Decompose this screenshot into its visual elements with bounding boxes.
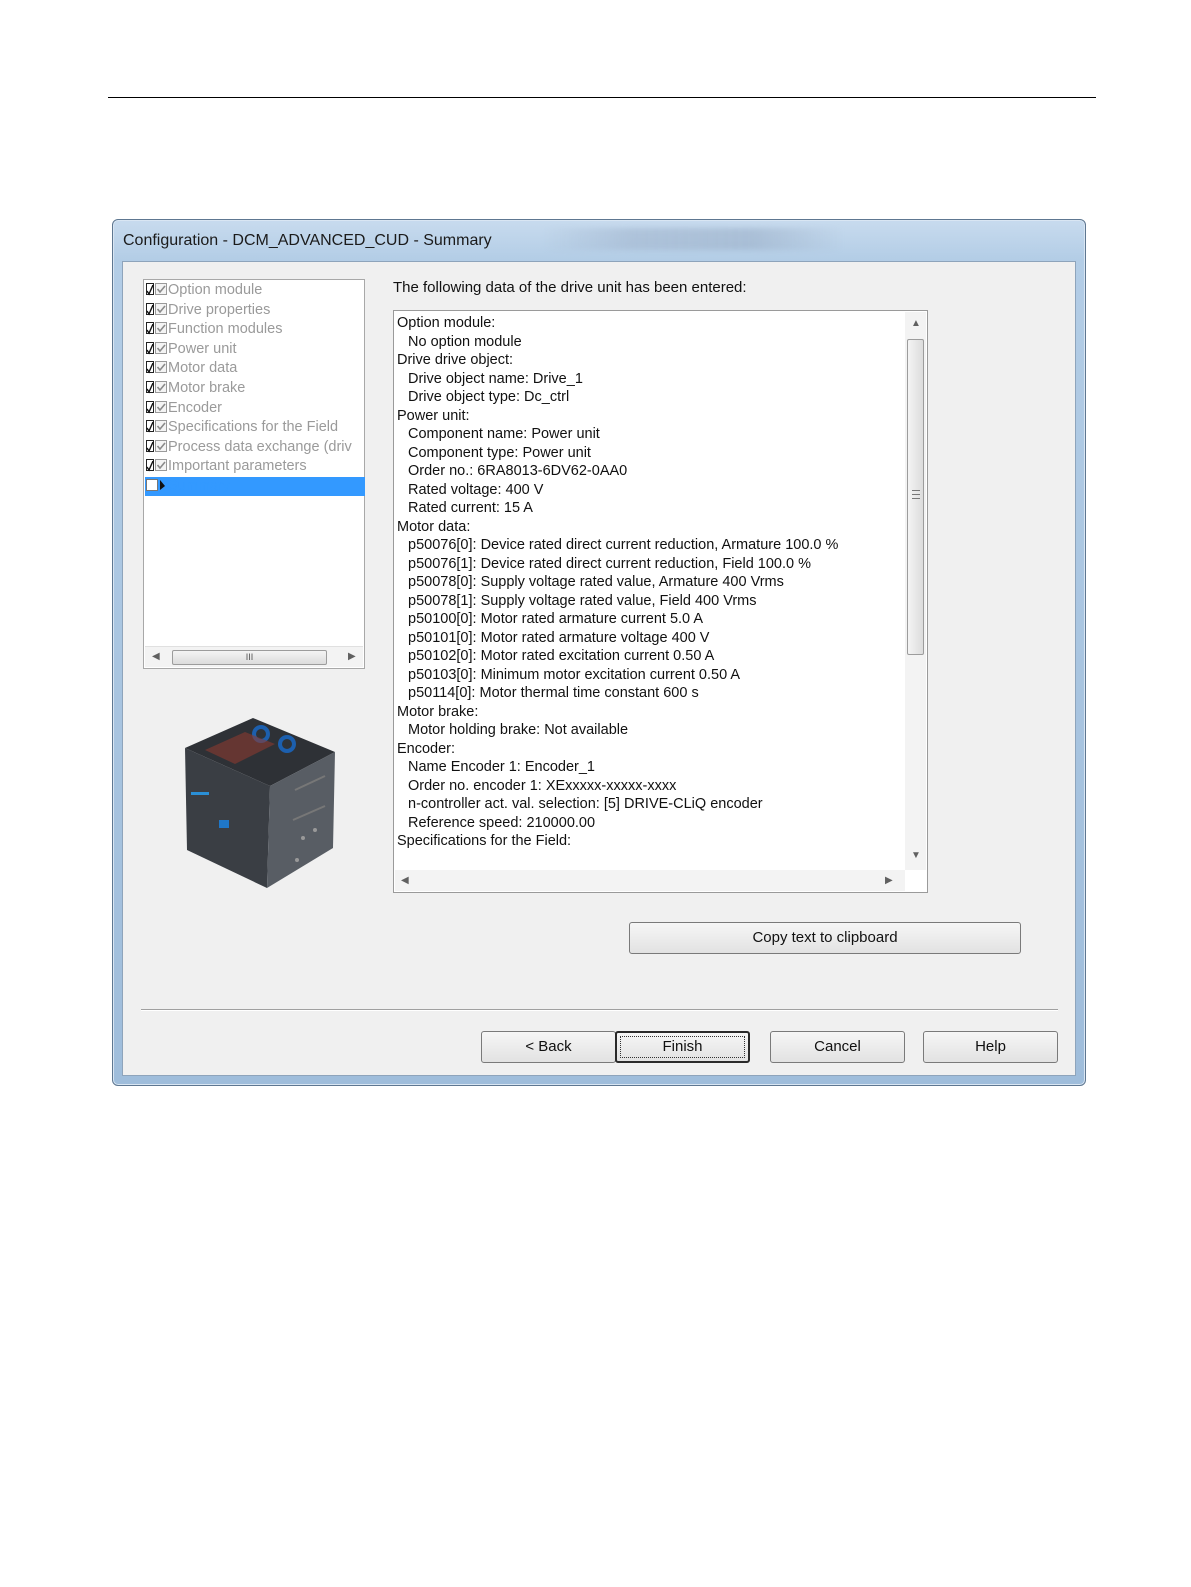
tree-item[interactable]: Function modules	[145, 320, 365, 339]
checked-step-icon	[146, 439, 167, 453]
summary-detail-line: Component type: Power unit	[408, 444, 591, 461]
summary-detail-line: n-controller act. val. selection: [5] DR…	[408, 796, 763, 812]
checked-step-icon	[146, 400, 167, 414]
tree-item-label: Power unit	[168, 340, 237, 357]
tree-item-label: Motor brake	[168, 380, 246, 396]
checked-step-icon	[146, 302, 167, 316]
scroll-left-arrow-icon[interactable]: ◀	[152, 651, 160, 662]
scroll-right-arrow-icon[interactable]: ▶	[348, 651, 356, 662]
tree-item[interactable]: Summary	[145, 477, 365, 496]
cancel-button[interactable]: Cancel	[770, 1031, 905, 1063]
tree-item-label: Option module	[168, 282, 263, 298]
tree-item[interactable]: Power unit	[145, 340, 365, 359]
tree-item-label: Process data exchange (driv	[168, 438, 352, 455]
summary-detail-line: Name Encoder 1: Encoder_1	[408, 759, 595, 775]
scroll-grip-icon	[912, 490, 920, 499]
current-step-icon	[146, 479, 167, 492]
summary-detail-line: p50076[0]: Device rated direct current r…	[408, 537, 839, 553]
help-button[interactable]: Help	[923, 1031, 1058, 1063]
summary-detail-line: Rated voltage: 400 V	[408, 481, 544, 498]
window-title: Configuration - DCM_ADVANCED_CUD - Summa…	[123, 232, 492, 249]
summary-detail-line: Rated current: 15 A	[408, 500, 533, 516]
checked-step-icon	[146, 322, 167, 335]
summary-detail-line: Order no.: 6RA8013-6DV62-0AA0	[408, 463, 628, 479]
summary-detail-line: p50102[0]: Motor rated excitation curren…	[408, 648, 715, 664]
tree-item[interactable]: Important parameters	[145, 457, 365, 476]
summary-detail-line: Component name: Power unit	[408, 426, 600, 442]
finish-button-label: Finish	[662, 1038, 703, 1055]
tree-item[interactable]: Option module	[145, 281, 365, 300]
tree-item-label: Function modules	[168, 321, 283, 338]
summary-section-heading: Motor brake:	[397, 703, 479, 720]
wizard-step-tree[interactable]: Summary Important parameters Process data …	[143, 279, 365, 669]
tree-item-label: Encoder	[168, 399, 223, 416]
summary-section-heading: Option module:	[397, 315, 496, 331]
summary-detail-line: p50078[0]: Supply voltage rated value, A…	[408, 574, 784, 590]
checked-step-icon	[146, 420, 167, 433]
summary-detail-line: p50101[0]: Motor rated armature voltage …	[408, 629, 710, 646]
summary-detail-line: p50078[1]: Supply voltage rated value, F…	[408, 592, 757, 609]
back-button[interactable]: < Back	[481, 1031, 616, 1063]
checked-step-icon	[146, 341, 167, 355]
tree-scroll-thumb[interactable]: III	[172, 650, 327, 665]
tree-item[interactable]: Drive properties	[145, 301, 365, 320]
tree-item-label: Summary	[168, 478, 231, 494]
summary-section-heading: Encoder:	[397, 740, 456, 757]
summary-section-heading: Drive drive object:	[397, 352, 514, 368]
summary-heading: The following data of the drive unit has…	[393, 279, 747, 296]
summary-lines: Option module: No option module Drive driv…	[397, 314, 897, 851]
tree-horizontal-scrollbar[interactable]: ◀ III ▶	[145, 646, 363, 667]
drive-unit-image	[185, 718, 335, 888]
summary-section-heading: Specifications for the Field:	[397, 833, 572, 849]
tree-item[interactable]: Motor brake	[145, 379, 365, 398]
checked-step-icon	[146, 361, 167, 374]
checked-step-icon	[146, 283, 167, 296]
summary-detail-line: p50076[1]: Device rated direct current r…	[408, 555, 812, 572]
summary-detail-line: p50114[0]: Motor thermal time constant 6…	[408, 685, 699, 701]
checked-step-icon	[146, 381, 167, 394]
summary-detail-line: Order no. encoder 1: XExxxxx-xxxxx-xxxx	[408, 777, 677, 794]
tree-item-label: Important parameters	[168, 458, 307, 475]
button-row-separator	[141, 1009, 1058, 1011]
summary-text-box[interactable]: Option module: No option module Drive driv…	[393, 310, 928, 893]
tree-item[interactable]: Encoder	[145, 399, 365, 418]
tree-item[interactable]: Process data exchange (driv	[145, 438, 365, 457]
summary-detail-line: Reference speed: 210000.00	[408, 814, 596, 831]
scroll-down-arrow-icon[interactable]: ▼	[911, 850, 921, 861]
tree-item[interactable]: Specifications for the Field	[145, 418, 365, 437]
summary-section-heading: Power unit:	[397, 407, 470, 424]
summary-scroll-thumb[interactable]	[907, 339, 924, 655]
summary-section-heading: Motor data:	[397, 518, 471, 535]
summary-vertical-scrollbar[interactable]: ▲ ▼	[905, 312, 926, 870]
finish-button[interactable]: Finish	[615, 1031, 750, 1063]
summary-detail-line: p50100[0]: Motor rated armature current …	[408, 611, 703, 627]
summary-detail-line: Drive object type: Dc_ctrl	[408, 389, 570, 405]
scroll-up-arrow-icon[interactable]: ▲	[911, 318, 921, 329]
summary-detail-line: Drive object name: Drive_1	[408, 370, 583, 387]
tree-item-label: Drive properties	[168, 301, 271, 318]
page-header-rule	[108, 97, 1096, 98]
configuration-dialog: Configuration - DCM_ADVANCED_CUD - Summa…	[112, 219, 1086, 1086]
tree-item[interactable]: Motor data	[145, 359, 365, 378]
scroll-grip: III	[245, 652, 254, 662]
scroll-right-arrow-icon[interactable]: ▶	[885, 875, 893, 886]
title-bar-blur	[543, 228, 843, 250]
scroll-left-arrow-icon[interactable]: ◀	[401, 875, 409, 886]
checked-step-icon	[146, 459, 167, 472]
tree-item-label: Motor data	[168, 360, 238, 377]
copy-to-clipboard-button[interactable]: Copy text to clipboard	[629, 922, 1021, 954]
dialog-client-area: Summary Important parameters Process data …	[122, 261, 1076, 1076]
summary-detail-line: No option module	[408, 333, 522, 350]
summary-horizontal-scrollbar[interactable]: ◀ ▶	[395, 870, 905, 891]
summary-detail-line: p50103[0]: Minimum motor excitation curr…	[408, 666, 741, 683]
tree-item-label: Specifications for the Field	[168, 419, 339, 436]
summary-detail-line: Motor holding brake: Not available	[408, 722, 629, 738]
